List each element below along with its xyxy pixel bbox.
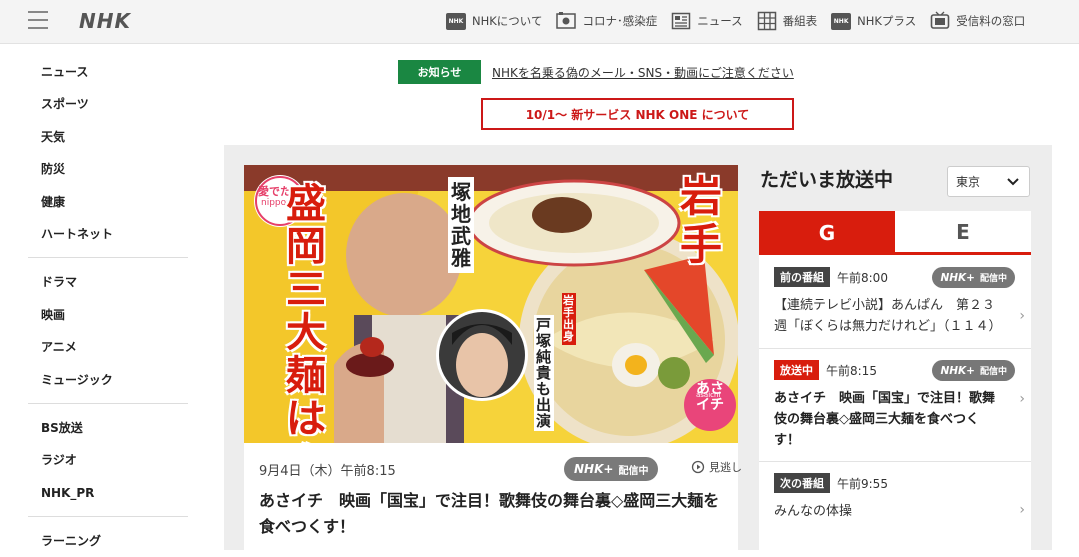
hero-tsukaji-text: 塚地武雅 [448,177,474,273]
streaming-label: 配信中 [979,274,1007,284]
top-navigation: NHK NHKについて コロナ･感染症 ニュース 番組表 NHK NHKプラス [446,8,1025,34]
nav-fee-window[interactable]: 受信料の窓口 [930,11,1025,31]
sidebar-item-radio[interactable]: ラジオ [28,444,188,476]
tab-e[interactable]: E [895,211,1031,255]
on-air-heading: ただいま放送中 [760,169,894,191]
sidebar-item-bs[interactable]: BS放送 [28,412,188,444]
feature-date: 9月4日（木）午前8:15 [259,463,396,479]
program-grid-icon [757,11,777,31]
sidebar-divider [28,257,188,259]
nav-about-nhk[interactable]: NHK NHKについて [446,11,542,31]
sidebar-item-nhk-pr[interactable]: NHK_PR [28,477,188,509]
catch-up-label: 見逃し [709,461,742,474]
feature-meta: 9月4日（木）午前8:15 NHK+ 配信中 見逃し [259,455,742,483]
scam-warning-link[interactable]: NHKを名乗る偽のメール・SNS・動画にご注意ください [492,64,794,81]
hero-iwate-shusshin-text: 岩手出身 [562,293,576,345]
feature-title[interactable]: あさイチ 映画「国宝」で注目！歌舞伎の舞台裏◇盛岡三大麺を食べつくす！ [259,488,729,540]
sidebar-divider [28,516,188,518]
nav-label: 番組表 [782,14,818,28]
virus-icon [556,11,577,31]
divider [759,461,1031,462]
replay-icon [691,460,705,474]
streaming-label: 配信中 [618,465,649,477]
chevron-right-icon: › [1019,391,1025,407]
feature-thumbnail: 愛でたい nippon 盛岡三大麺はんめ！ 塚地武雅 岩手 岩手出身 戸塚純貴も… [244,165,738,443]
program-previous[interactable]: 前の番組 午前8:00 NHK+ 配信中 【連続テレビ小説】あんぱん 第２３週「… [759,266,1031,337]
sidebar-item-weather[interactable]: 天気 [28,121,188,153]
sidebar-item-drama[interactable]: ドラマ [28,266,188,298]
nav-program-guide[interactable]: 番組表 [757,11,818,31]
chevron-right-icon: › [1019,502,1025,518]
program-now[interactable]: 放送中 午前8:15 NHK+ 配信中 あさイチ 映画「国宝」で注目！歌舞伎の舞… [759,359,1031,451]
hero-main-text: 盛岡三大麺はんめ！ [286,181,326,444]
chevron-down-icon [1007,177,1019,186]
sidebar-item-anime[interactable]: アニメ [28,331,188,363]
nav-news[interactable]: ニュース [671,11,743,31]
program-time: 午前8:00 [837,270,888,285]
nhk-plus-streaming-badge[interactable]: NHK+ 配信中 [932,267,1015,288]
notice-bar: お知らせ NHKを名乗る偽のメール・SNS・動画にご注意ください [398,60,794,84]
program-title: あさイチ 映画「国宝」で注目！歌舞伎の舞台裏◇盛岡三大麺を食べつくす！ [774,391,996,448]
chevron-right-icon: › [1019,308,1025,324]
program-title: 【連続テレビ小説】あんぱん 第２３週「ぼくらは無力だけれど」（１１４） [774,298,1002,334]
nhk-plus-streaming-badge[interactable]: NHK+ 配信中 [564,457,659,481]
nav-label: NHKプラス [857,14,917,28]
catch-up-link[interactable]: 見逃し [691,459,742,475]
sidebar-item-movie[interactable]: 映画 [28,299,188,331]
hero-iwate-text: 岩手 [680,172,723,269]
nhk-badge-icon: NHK [446,11,466,31]
nhk-one-banner-button[interactable]: 10/1～ 新サービス NHK ONE について [481,98,794,130]
program-time: 午前9:55 [837,476,888,491]
hero-asaichi-text: あさイチ [696,381,724,413]
sidebar-item-sports[interactable]: スポーツ [28,88,188,120]
region-select[interactable]: 東京 [947,166,1030,197]
sidebar-item-disaster[interactable]: 防災 [28,153,188,185]
program-next[interactable]: 次の番組 午前9:55 みんなの体操 › [759,472,1031,522]
newspaper-icon [671,11,691,31]
tab-g[interactable]: G [759,211,895,255]
nav-label: NHKについて [472,14,543,28]
nhk-plus-streaming-badge[interactable]: NHK+ 配信中 [932,360,1015,381]
streaming-label: 配信中 [979,367,1007,377]
nav-nhk-plus[interactable]: NHK NHKプラス [831,11,916,31]
on-air-list: 前の番組 午前8:00 NHK+ 配信中 【連続テレビ小説】あんぱん 第２３週「… [759,255,1031,550]
nhk-plus-icon: NHK [831,11,852,31]
nav-covid[interactable]: コロナ･感染症 [556,11,657,31]
sidebar-item-health[interactable]: 健康 [28,186,188,218]
channel-tabs: G E [759,211,1031,255]
header-bar: NHK NHK NHKについて コロナ･感染症 ニュース 番組表 NHK NHK… [0,0,1079,44]
program-status-label: 放送中 [774,360,819,380]
notice-badge: お知らせ [398,60,481,84]
nhk-plus-logo: NHK+ [940,364,975,377]
sidebar-item-news[interactable]: ニュース [28,56,188,88]
nhk-plus-logo: NHK+ [574,462,614,476]
nav-label: ニュース [697,14,743,28]
tv-receipt-icon [930,11,950,31]
sidebar-divider [28,402,188,404]
sidebar-item-music[interactable]: ミュージック [28,364,188,396]
nhk-logo[interactable]: NHK [79,9,131,33]
feature-card[interactable]: 愛でたい nippon 盛岡三大麺はんめ！ 塚地武雅 岩手 岩手出身 戸塚純貴も… [244,165,742,550]
region-value: 東京 [956,175,981,189]
program-title: みんなの体操 [774,504,853,519]
nhk-plus-logo: NHK+ [940,271,975,284]
nav-label: コロナ･感染症 [582,14,658,28]
sidebar-item-heartnet[interactable]: ハートネット [28,218,188,250]
divider [759,348,1031,349]
program-status-label: 前の番組 [774,267,830,287]
sidebar: ニュース スポーツ 天気 防災 健康 ハートネット ドラマ 映画 アニメ ミュー… [28,56,188,557]
hero-totsuka-text: 戸塚純貴も出演 [534,315,554,431]
menu-icon[interactable] [28,11,48,31]
program-time: 午前8:15 [826,363,877,378]
nav-label: 受信料の窓口 [956,14,1026,28]
program-status-label: 次の番組 [774,473,830,493]
sidebar-item-learning[interactable]: ラーニング [28,525,188,557]
